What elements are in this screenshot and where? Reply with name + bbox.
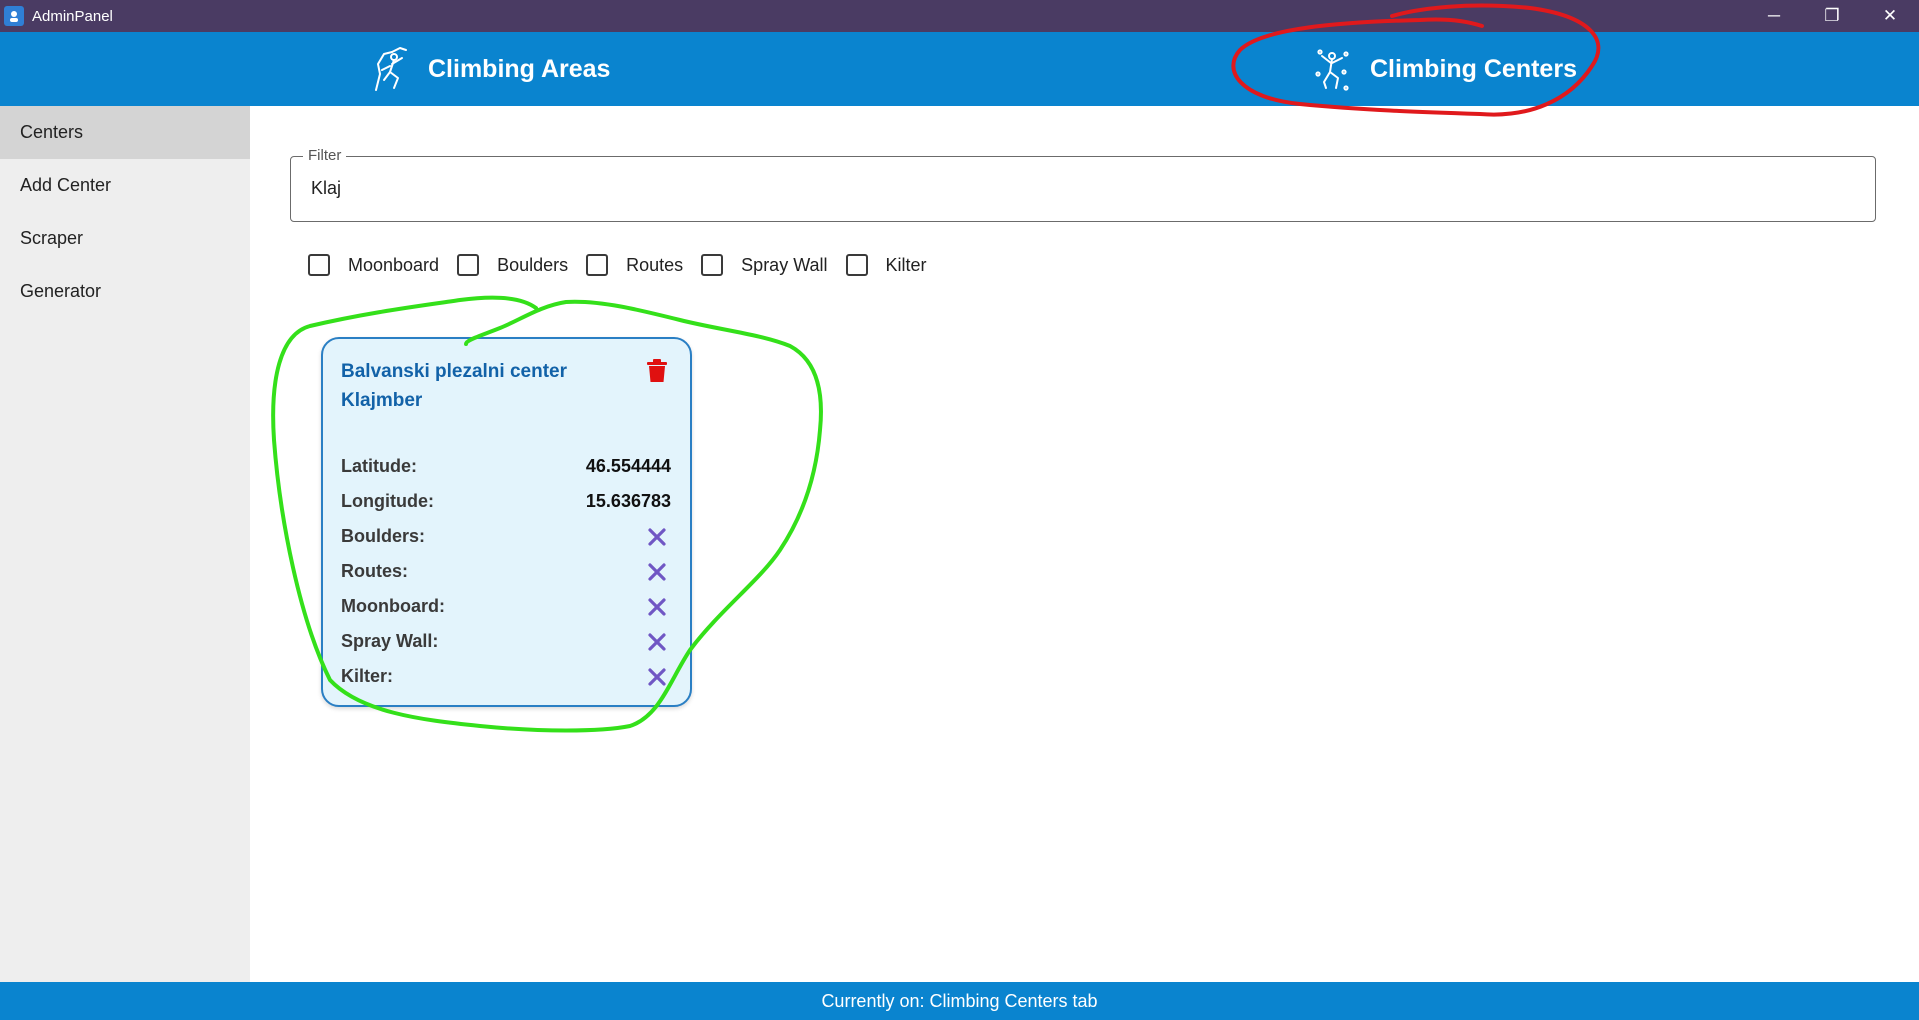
detail-label: Longitude: — [341, 491, 434, 511]
checkbox-box[interactable] — [308, 254, 330, 276]
filter-field[interactable]: Filter — [290, 147, 1876, 222]
checkbox-moonboard[interactable]: Moonboard — [308, 254, 439, 276]
indoor-climber-icon — [1315, 49, 1349, 91]
checkbox-boulders[interactable]: Boulders — [457, 254, 568, 276]
detail-label: Kilter: — [341, 666, 394, 686]
climber-icon — [375, 47, 407, 91]
checkbox-spray-wall[interactable]: Spray Wall — [701, 254, 828, 276]
feature-filters: Moonboard Boulders Routes Spray Wall Kil… — [308, 254, 945, 276]
detail-row-boulders: Boulders: — [341, 519, 671, 554]
center-card[interactable]: Balvanski plezalni center Klajmber Latit… — [321, 337, 692, 707]
window-titlebar: AdminPanel ─ ❐ ✕ — [0, 0, 1919, 32]
detail-row-latitude: Latitude: 46.554444 — [341, 449, 671, 484]
detail-row-routes: Routes: — [341, 554, 671, 589]
detail-label: Moonboard: — [341, 596, 445, 616]
sidebar: Centers Add Center Scraper Generator — [0, 106, 250, 982]
tab-climbing-centers-label: Climbing Centers — [1370, 54, 1577, 83]
checkbox-label: Spray Wall — [741, 254, 828, 275]
checkbox-box[interactable] — [586, 254, 609, 276]
detail-label: Boulders: — [341, 526, 426, 546]
checkbox-label: Boulders — [497, 254, 569, 275]
checkbox-box[interactable] — [845, 254, 868, 276]
trash-icon[interactable] — [646, 359, 668, 383]
center-details: Latitude: 46.554444 Longitude: 15.636783… — [341, 449, 671, 694]
latitude-value: 46.554444 — [585, 456, 671, 476]
checkbox-routes[interactable]: Routes — [586, 254, 683, 276]
status-text: Currently on: Climbing Centers tab — [821, 990, 1098, 1011]
sidebar-item-add-center[interactable]: Add Center — [0, 159, 250, 212]
checkbox-label: Moonboard — [348, 254, 440, 275]
tab-climbing-centers[interactable]: Climbing Centers — [1312, 32, 1577, 106]
main-content: Filter Moonboard Boulders Routes Spray W… — [250, 106, 1919, 982]
checkbox-box[interactable] — [457, 254, 480, 276]
cross-icon — [648, 562, 666, 581]
detail-row-spray-wall: Spray Wall: — [341, 624, 671, 659]
filter-label: Filter — [303, 147, 347, 164]
center-name: Balvanski plezalni center Klajmber — [341, 361, 567, 411]
detail-label: Latitude: — [341, 456, 417, 476]
minimize-button[interactable]: ─ — [1745, 0, 1803, 32]
app-icon — [4, 6, 24, 26]
tab-climbing-areas-label: Climbing Areas — [428, 54, 611, 83]
cross-icon — [648, 597, 666, 616]
top-navigation: Climbing Areas Climbing Centers — [0, 32, 1919, 106]
app-title: AdminPanel — [32, 7, 113, 25]
detail-label: Spray Wall: — [341, 631, 439, 651]
cross-icon — [648, 527, 666, 546]
tab-climbing-areas[interactable]: Climbing Areas — [370, 32, 610, 106]
close-button[interactable]: ✕ — [1861, 0, 1919, 32]
status-bar: Currently on: Climbing Centers tab — [0, 982, 1919, 1020]
checkbox-kilter[interactable]: Kilter — [845, 254, 927, 276]
checkbox-box[interactable] — [701, 254, 724, 276]
cross-icon — [648, 667, 666, 686]
sidebar-item-generator[interactable]: Generator — [0, 265, 250, 318]
sidebar-item-centers[interactable]: Centers — [0, 106, 250, 159]
detail-label: Routes: — [341, 561, 408, 581]
longitude-value: 15.636783 — [585, 491, 671, 511]
sidebar-item-scraper[interactable]: Scraper — [0, 212, 250, 265]
checkbox-label: Kilter — [885, 254, 927, 275]
detail-row-longitude: Longitude: 15.636783 — [341, 484, 671, 519]
detail-row-moonboard: Moonboard: — [341, 589, 671, 624]
checkbox-label: Routes — [626, 254, 684, 275]
cross-icon — [648, 632, 666, 651]
restore-button[interactable]: ❐ — [1803, 0, 1861, 32]
detail-row-kilter: Kilter: — [341, 659, 671, 694]
filter-input[interactable] — [309, 177, 1813, 200]
